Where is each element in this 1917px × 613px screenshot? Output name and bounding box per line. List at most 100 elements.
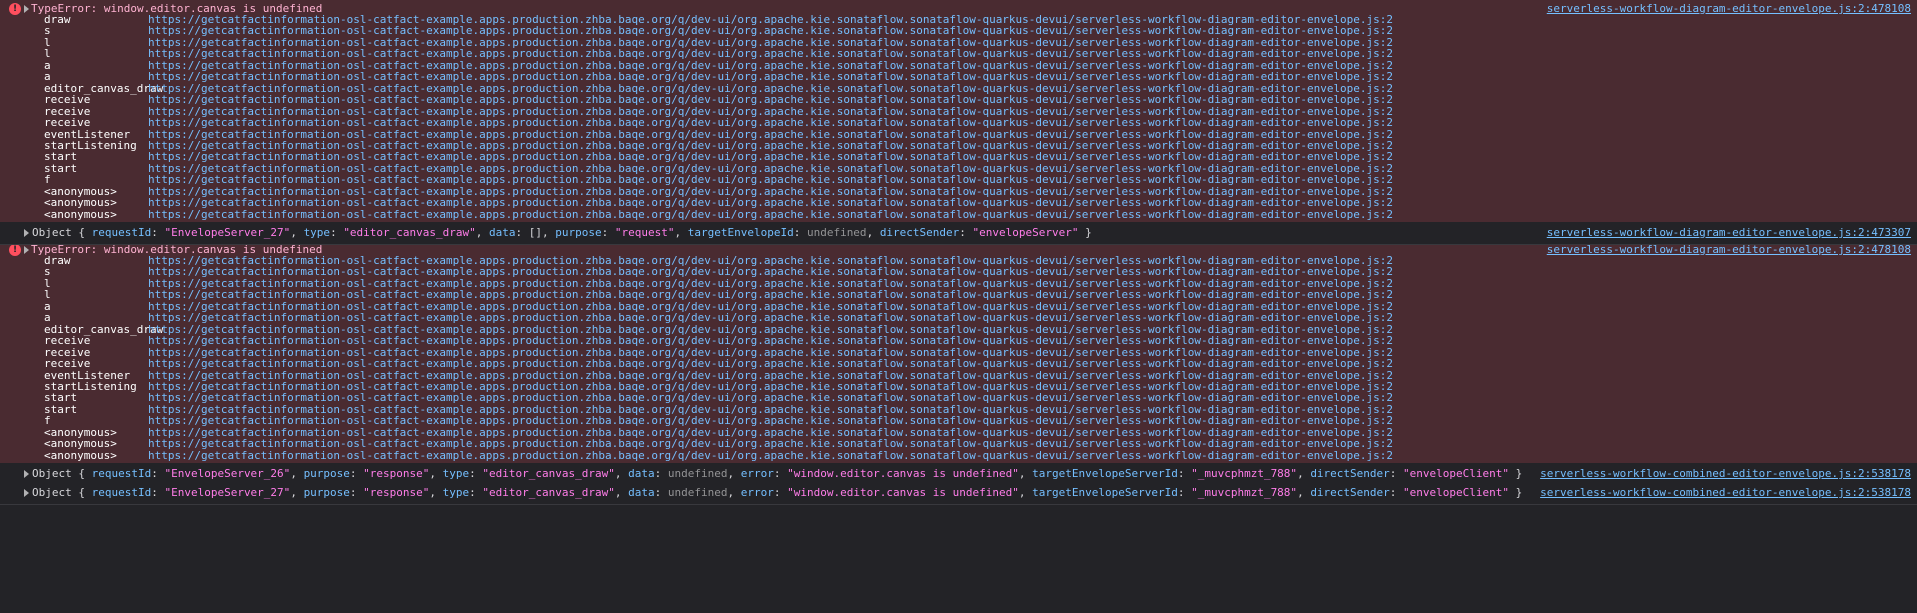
object-token: targetEnvelopeServerId (1032, 486, 1178, 499)
expand-twisty-icon[interactable] (24, 229, 29, 237)
object-token: undefined (806, 226, 867, 239)
object-token: } (1509, 486, 1523, 499)
object-token: "envelopeClient" (1403, 486, 1510, 499)
object-token: : (349, 486, 364, 499)
object-token: : (469, 467, 483, 480)
object-token: [] (528, 226, 543, 239)
object-token: "request" (614, 226, 675, 239)
error-icon: ! (9, 3, 21, 15)
error-icon: ! (9, 244, 21, 256)
object-token: type (442, 467, 470, 480)
object-token: : (773, 486, 788, 499)
object-token: directSender (879, 226, 960, 239)
error-message-block: ! TypeError: window.editor.canvas is unde… (0, 0, 1917, 231)
object-token: undefined (667, 486, 728, 499)
object-token: } (1078, 226, 1092, 239)
object-token: } (1509, 467, 1523, 480)
expand-twisty-icon[interactable] (24, 489, 29, 497)
object-token: , (542, 226, 556, 239)
object-token: directSender (1310, 467, 1390, 480)
object-token: , (1297, 486, 1311, 499)
object-preview[interactable]: Object { requestId: "EnvelopeServer_27",… (32, 226, 1092, 240)
object-token: : (773, 467, 788, 480)
expand-twisty-icon[interactable] (24, 5, 29, 13)
object-token: , (727, 467, 741, 480)
source-link[interactable]: serverless-workflow-combined-editor-enve… (1540, 486, 1911, 500)
object-token: "EnvelopeServer_27" (164, 226, 291, 239)
stack-frame-function: <anonymous> (44, 207, 117, 221)
object-token: "editor_canvas_draw" (482, 467, 615, 480)
console-output: ! TypeError: window.editor.canvas is unde… (0, 0, 1917, 613)
object-preview[interactable]: Object { requestId: "EnvelopeServer_26",… (32, 467, 1522, 481)
object-token: , (614, 467, 629, 480)
object-token: : (601, 226, 615, 239)
object-token: type (303, 226, 331, 239)
object-token: "EnvelopeServer_27" (164, 486, 291, 499)
stack-frame-function: <anonymous> (44, 448, 117, 462)
object-token: "EnvelopeServer_26" (164, 467, 291, 480)
object-token: , (1018, 467, 1033, 480)
object-token: , (1297, 467, 1311, 480)
object-token: data (489, 226, 516, 239)
object-token: "editor_canvas_draw" (343, 226, 476, 239)
object-token: : (1389, 486, 1404, 499)
object-token: "_muvcphmzt_788" (1191, 467, 1298, 480)
object-token: Object { (32, 226, 92, 239)
object-token: error (740, 486, 774, 499)
object-token: "window.editor.canvas is undefined" (787, 467, 1019, 480)
object-token: error (740, 467, 774, 480)
object-token: "editor_canvas_draw" (482, 486, 615, 499)
object-token: directSender (1310, 486, 1390, 499)
object-token: , (290, 467, 304, 480)
object-token: : (654, 467, 668, 480)
expand-twisty-icon[interactable] (24, 470, 29, 478)
object-token: : (151, 486, 165, 499)
object-token: "envelopeClient" (1403, 467, 1510, 480)
object-token: purpose (555, 226, 602, 239)
object-token: "response" (363, 467, 430, 480)
object-token: : (151, 226, 165, 239)
object-token: purpose (303, 467, 350, 480)
object-token: type (442, 486, 470, 499)
object-token: : (330, 226, 344, 239)
object-token: : (959, 226, 973, 239)
object-token: Object { (32, 467, 92, 480)
source-link[interactable]: serverless-workflow-diagram-editor-envel… (1547, 226, 1911, 240)
object-token: Object { (32, 486, 92, 499)
object-token: "window.editor.canvas is undefined" (787, 486, 1019, 499)
object-token: , (866, 226, 880, 239)
object-token: , (674, 226, 688, 239)
object-token: : (654, 486, 668, 499)
object-token: : (349, 467, 364, 480)
object-token: , (290, 226, 304, 239)
source-link[interactable]: serverless-workflow-diagram-editor-envel… (1547, 2, 1911, 16)
object-token: "_muvcphmzt_788" (1191, 486, 1298, 499)
object-token: "response" (363, 486, 430, 499)
object-token: : (515, 226, 529, 239)
source-link[interactable]: serverless-workflow-combined-editor-enve… (1540, 467, 1911, 481)
object-token: : (1389, 467, 1404, 480)
expand-twisty-icon[interactable] (24, 246, 29, 254)
object-token: requestId (91, 486, 152, 499)
object-preview[interactable]: Object { requestId: "EnvelopeServer_27",… (32, 486, 1522, 500)
object-token: : (793, 226, 807, 239)
object-token: data (628, 486, 655, 499)
source-link[interactable]: serverless-workflow-diagram-editor-envel… (1547, 243, 1911, 257)
object-token: , (290, 486, 304, 499)
object-token: "envelopeServer" (972, 226, 1079, 239)
stack-frame-link[interactable]: https://getcatfactinformation-osl-catfac… (148, 449, 1393, 463)
object-token: : (469, 486, 483, 499)
stack-frame-link[interactable]: https://getcatfactinformation-osl-catfac… (148, 208, 1393, 222)
object-token: undefined (667, 467, 728, 480)
object-token: : (1177, 486, 1192, 499)
object-token: purpose (303, 486, 350, 499)
object-log-row: Object { requestId: "EnvelopeServer_27",… (0, 482, 1917, 505)
object-token: targetEnvelopeId (687, 226, 794, 239)
object-token: : (151, 467, 165, 480)
object-token: , (614, 486, 629, 499)
object-token: : (1177, 467, 1192, 480)
object-token: , (1018, 486, 1033, 499)
object-token: , (727, 486, 741, 499)
error-message-block: ! TypeError: window.editor.canvas is unde… (0, 241, 1917, 472)
object-token: targetEnvelopeServerId (1032, 467, 1178, 480)
